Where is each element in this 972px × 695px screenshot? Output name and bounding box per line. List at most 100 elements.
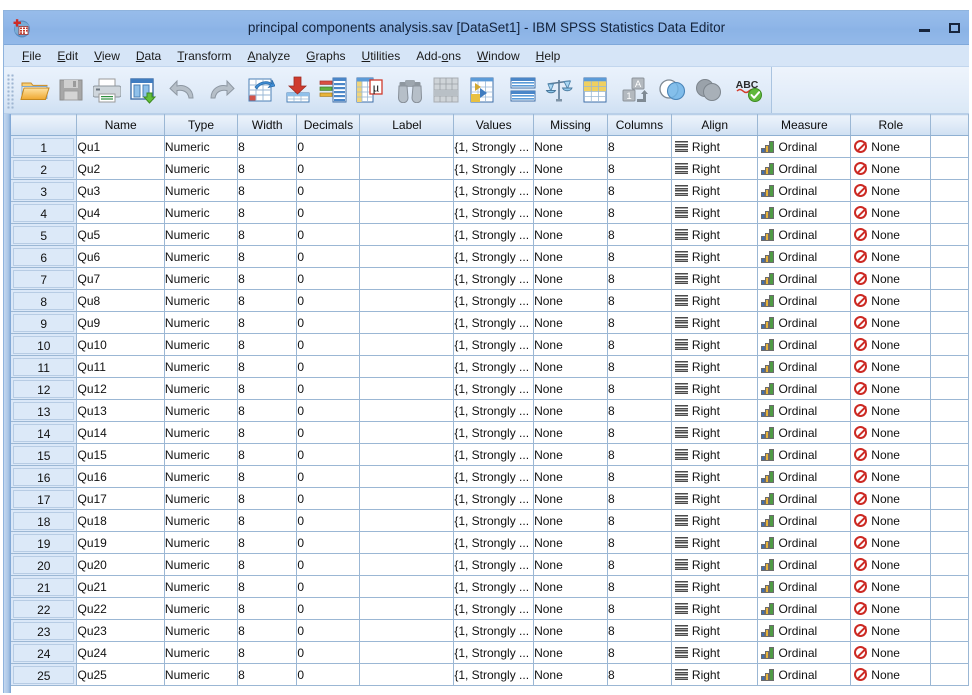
cell-missing[interactable]: None	[534, 356, 608, 378]
cell-label[interactable]	[360, 334, 454, 356]
cell-values[interactable]: {1, Strongly ...	[454, 598, 534, 620]
menu-item-edit[interactable]: Edit	[49, 47, 86, 65]
cell-type[interactable]: Numeric	[164, 268, 237, 290]
cell-measure[interactable]: Ordinal	[758, 576, 851, 598]
cell-width[interactable]: 8	[238, 224, 297, 246]
cell-role[interactable]: None	[851, 422, 931, 444]
cell-label[interactable]	[360, 532, 454, 554]
cell-measure[interactable]: Ordinal	[758, 510, 851, 532]
insert-variable-button[interactable]	[464, 70, 500, 110]
cell-values[interactable]: {1, Strongly ...	[454, 378, 534, 400]
cell-columns[interactable]: 8	[607, 422, 671, 444]
cell-label[interactable]	[360, 158, 454, 180]
cell-align[interactable]: Right	[671, 576, 758, 598]
cell-align[interactable]: Right	[671, 466, 758, 488]
cell-missing[interactable]: None	[534, 400, 608, 422]
cell-align[interactable]: Right	[671, 620, 758, 642]
cell-align[interactable]: Right	[671, 378, 758, 400]
cell-role[interactable]: None	[851, 334, 931, 356]
cell-role[interactable]: None	[851, 576, 931, 598]
row-header-number[interactable]: 5	[11, 224, 77, 246]
cell-type[interactable]: Numeric	[164, 620, 237, 642]
cell-align[interactable]: Right	[671, 598, 758, 620]
cell-columns[interactable]: 8	[607, 136, 671, 158]
cell-decimals[interactable]: 0	[297, 246, 360, 268]
redo-button[interactable]	[202, 70, 238, 110]
cell-type[interactable]: Numeric	[164, 136, 237, 158]
cell-width[interactable]: 8	[238, 290, 297, 312]
cell-measure[interactable]: Ordinal	[758, 180, 851, 202]
cell-align[interactable]: Right	[671, 400, 758, 422]
cell-width[interactable]: 8	[238, 554, 297, 576]
cell-columns[interactable]: 8	[607, 158, 671, 180]
row-header-number[interactable]: 18	[11, 510, 77, 532]
cell-decimals[interactable]: 0	[297, 334, 360, 356]
cell-role[interactable]: None	[851, 378, 931, 400]
table-row[interactable]: 1Qu1Numeric80{1, Strongly ...None8RightO…	[11, 136, 969, 158]
cell-label[interactable]	[360, 224, 454, 246]
cell-width[interactable]: 8	[238, 268, 297, 290]
cell-measure[interactable]: Ordinal	[758, 422, 851, 444]
cell-role[interactable]: None	[851, 532, 931, 554]
toolbar-grip-handle[interactable]	[7, 74, 15, 110]
row-header-number[interactable]: 9	[11, 312, 77, 334]
cell-width[interactable]: 8	[238, 400, 297, 422]
column-header-label[interactable]: Label	[360, 115, 454, 136]
cell-width[interactable]: 8	[238, 664, 297, 686]
cell-role[interactable]: None	[851, 158, 931, 180]
cell-role[interactable]: None	[851, 202, 931, 224]
cell-type[interactable]: Numeric	[164, 246, 237, 268]
cell-measure[interactable]: Ordinal	[758, 268, 851, 290]
cell-role[interactable]: None	[851, 224, 931, 246]
cell-type[interactable]: Numeric	[164, 642, 237, 664]
cell-name[interactable]: Qu14	[77, 422, 164, 444]
row-header-number[interactable]: 2	[11, 158, 77, 180]
cell-name[interactable]: Qu13	[77, 400, 164, 422]
cell-missing[interactable]: None	[534, 532, 608, 554]
cell-name[interactable]: Qu5	[77, 224, 164, 246]
cell-columns[interactable]: 8	[607, 642, 671, 664]
row-header-number[interactable]: 10	[11, 334, 77, 356]
cell-decimals[interactable]: 0	[297, 422, 360, 444]
cell-label[interactable]	[360, 246, 454, 268]
cell-align[interactable]: Right	[671, 356, 758, 378]
table-row[interactable]: 15Qu15Numeric80{1, Strongly ...None8Righ…	[11, 444, 969, 466]
cell-columns[interactable]: 8	[607, 598, 671, 620]
cell-role[interactable]: None	[851, 466, 931, 488]
cell-align[interactable]: Right	[671, 642, 758, 664]
cell-type[interactable]: Numeric	[164, 422, 237, 444]
cell-width[interactable]: 8	[238, 334, 297, 356]
row-header-number[interactable]: 6	[11, 246, 77, 268]
cell-decimals[interactable]: 0	[297, 290, 360, 312]
cell-role[interactable]: None	[851, 444, 931, 466]
cell-role[interactable]: None	[851, 400, 931, 422]
cell-label[interactable]	[360, 136, 454, 158]
cell-name[interactable]: Qu8	[77, 290, 164, 312]
table-row[interactable]: 8Qu8Numeric80{1, Strongly ...None8RightO…	[11, 290, 969, 312]
cell-width[interactable]: 8	[238, 444, 297, 466]
cell-decimals[interactable]: 0	[297, 488, 360, 510]
cell-width[interactable]: 8	[238, 158, 297, 180]
cell-type[interactable]: Numeric	[164, 488, 237, 510]
cell-decimals[interactable]: 0	[297, 400, 360, 422]
find-button[interactable]	[392, 70, 428, 110]
cell-role[interactable]: None	[851, 312, 931, 334]
table-row[interactable]: 9Qu9Numeric80{1, Strongly ...None8RightO…	[11, 312, 969, 334]
cell-width[interactable]: 8	[238, 180, 297, 202]
cell-name[interactable]: Qu22	[77, 598, 164, 620]
row-header-number[interactable]: 23	[11, 620, 77, 642]
cell-decimals[interactable]: 0	[297, 554, 360, 576]
select-cases-button[interactable]	[577, 70, 613, 110]
row-header-number[interactable]: 3	[11, 180, 77, 202]
cell-align[interactable]: Right	[671, 532, 758, 554]
cell-type[interactable]: Numeric	[164, 202, 237, 224]
row-header-number[interactable]: 22	[11, 598, 77, 620]
cell-columns[interactable]: 8	[607, 466, 671, 488]
cell-decimals[interactable]: 0	[297, 466, 360, 488]
cell-measure[interactable]: Ordinal	[758, 290, 851, 312]
cell-values[interactable]: {1, Strongly ...	[454, 136, 534, 158]
cell-align[interactable]: Right	[671, 268, 758, 290]
cell-missing[interactable]: None	[534, 466, 608, 488]
cell-type[interactable]: Numeric	[164, 224, 237, 246]
cell-measure[interactable]: Ordinal	[758, 598, 851, 620]
